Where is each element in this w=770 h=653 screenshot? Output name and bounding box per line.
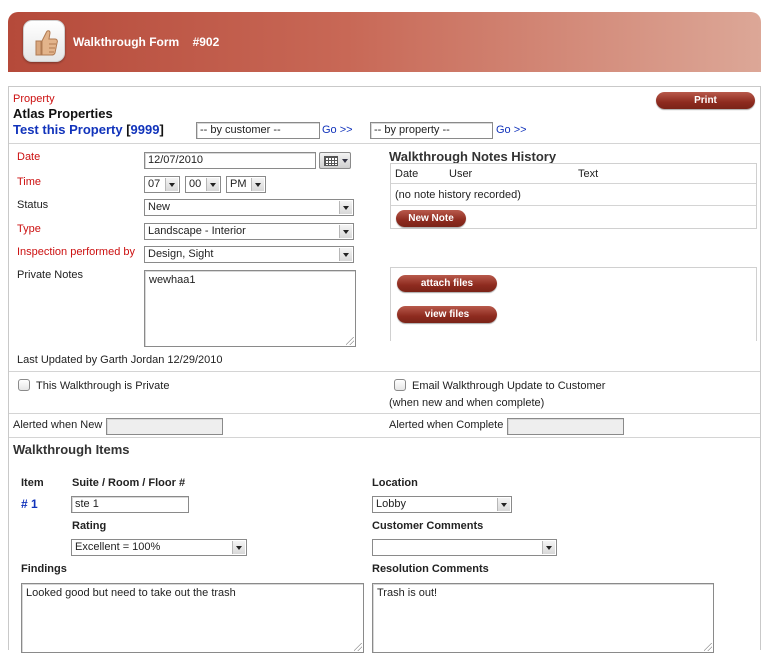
resolution-comments-textarea[interactable]: Trash is out! [372,583,714,653]
chevron-down-icon [339,225,352,238]
inspection-select[interactable]: Design, Sight [144,246,354,263]
go-property-link[interactable]: Go >> [496,124,527,136]
item-number: # 1 [21,497,38,511]
chevron-down-icon [251,178,264,191]
notes-history-title: Walkthrough Notes History [389,149,557,164]
property-code: 9999 [130,122,160,137]
divider [9,143,760,144]
walkthrough-items-title: Walkthrough Items [13,442,130,457]
page-title: Walkthrough Form #902 [73,35,220,49]
email-update-label: Email Walkthrough Update to Customer [412,380,606,392]
private-notes-textarea[interactable]: wewhaa1 [144,270,356,347]
location-select[interactable]: Lobby [372,496,512,513]
type-select[interactable]: Landscape - Interior [144,223,354,240]
private-notes-label: Private Notes [17,269,84,281]
hour-select[interactable]: 07 [144,176,180,193]
chevron-down-icon [232,541,245,554]
findings-textarea[interactable]: Looked good but need to take out the tra… [21,583,364,653]
print-button[interactable]: Print [656,92,755,109]
item-column-label: Item [21,477,44,489]
by-customer-input[interactable]: -- by customer -- [196,122,320,139]
email-update-note: (when new and when complete) [389,397,545,409]
new-note-button[interactable]: New Note [396,210,466,227]
divider [391,183,756,184]
divider [9,371,760,372]
status-select[interactable]: New [144,199,354,216]
inspection-label: Inspection performed by [17,246,136,258]
findings-label: Findings [21,563,67,575]
app-header: Walkthrough Form #902 [8,12,761,72]
history-col-user: User [449,168,473,180]
alerted-new-label: Alerted when New [13,419,103,431]
resize-grip-icon[interactable] [346,337,354,345]
by-property-input[interactable]: -- by property -- [370,122,493,139]
resolution-comments-label: Resolution Comments [372,563,489,575]
divider [9,437,760,438]
view-files-button[interactable]: view files [397,306,497,323]
chevron-down-icon [497,498,510,511]
time-label: Time [17,176,42,188]
customer-comments-label: Customer Comments [372,520,484,532]
last-updated-text: Last Updated by Garth Jordan 12/29/2010 [17,354,223,366]
email-update-checkbox[interactable] [394,379,406,391]
chevron-down-icon [339,248,352,261]
property-name-line: Test this Property [9999] [13,122,164,137]
private-checkbox[interactable] [18,379,30,391]
status-label: Status [17,199,49,211]
calendar-icon [324,156,338,166]
files-panel: attach files view files [390,267,757,341]
alerted-new-input[interactable] [106,418,223,435]
ampm-select[interactable]: PM [226,176,266,193]
property-company: Atlas Properties [13,106,113,121]
chevron-down-icon [339,201,352,214]
property-label: Property [13,93,55,105]
date-input[interactable]: 12/07/2010 [144,152,316,169]
form-number: #902 [192,35,220,49]
chevron-down-icon [165,178,178,191]
attach-files-button[interactable]: attach files [397,275,497,292]
alerted-complete-input[interactable] [507,418,624,435]
rating-select[interactable]: Excellent = 100% [71,539,247,556]
chevron-down-icon [206,178,219,191]
private-checkbox-label: This Walkthrough is Private [36,380,170,392]
thumbs-up-icon [23,20,65,62]
location-column-label: Location [372,477,418,489]
property-name-link[interactable]: Test this Property [13,122,123,137]
type-label: Type [17,223,41,235]
calendar-picker-button[interactable] [319,152,351,169]
notes-history-table: Date User Text (no note history recorded… [390,163,757,229]
suite-input[interactable]: ste 1 [71,496,189,513]
suite-column-label: Suite / Room / Floor # [72,477,186,489]
divider [9,413,760,414]
history-col-date: Date [395,168,419,180]
rating-label: Rating [72,520,107,532]
chevron-down-icon [542,541,555,554]
minute-select[interactable]: 00 [185,176,221,193]
divider [391,205,756,206]
walkthrough-form-panel: Property Atlas Properties Test this Prop… [8,86,761,653]
history-col-text: Text [578,168,599,180]
customer-comments-select[interactable] [372,539,557,556]
date-label: Date [17,151,41,163]
history-empty-text: (no note history recorded) [395,189,521,201]
go-customer-link[interactable]: Go >> [322,124,353,136]
alerted-complete-label: Alerted when Complete [389,419,504,431]
